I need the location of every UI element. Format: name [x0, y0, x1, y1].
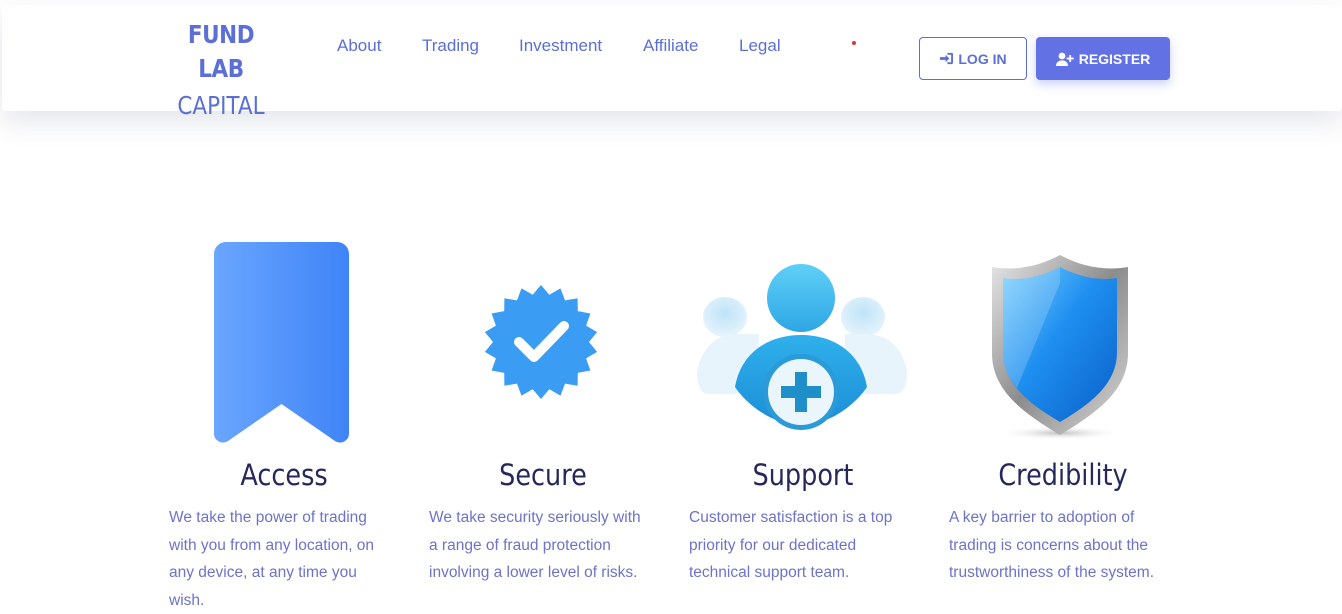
feature-title-access: Access	[240, 458, 328, 492]
feature-desc-support: Customer satisfaction is a top priority …	[689, 509, 893, 581]
logo-line-2: CAPITAL	[177, 91, 265, 120]
feature-title-support: Support	[752, 458, 854, 492]
user-plus-icon	[1055, 52, 1074, 66]
nav-link-affiliate[interactable]: Affiliate	[643, 36, 698, 56]
feature-desc-secure: We take security seriously with a range …	[429, 509, 641, 581]
sign-in-icon	[940, 52, 954, 65]
register-label: REGISTER	[1078, 50, 1151, 67]
verified-badge-icon	[484, 285, 598, 399]
bookmark-icon	[214, 242, 349, 443]
feature-desc-credibility: A key barrier to adoption of trading is …	[949, 509, 1155, 581]
brand-logo[interactable]: FUND LAB CAPITAL	[168, 18, 274, 126]
logo-line-1: FUND LAB	[187, 20, 255, 83]
login-label: LOG IN	[958, 50, 1007, 67]
nav-link-investment[interactable]: Investment	[519, 36, 602, 56]
status-dot	[852, 41, 856, 45]
login-button[interactable]: LOG IN	[919, 37, 1027, 80]
feature-title-secure: Secure	[499, 458, 587, 492]
feature-desc-access: We take the power of trading with you fr…	[169, 509, 375, 609]
nav-link-trading[interactable]: Trading	[422, 36, 479, 56]
nav-link-legal[interactable]: Legal	[739, 36, 781, 56]
feature-title-credibility: Credibility	[998, 458, 1128, 492]
nav-link-about[interactable]: About	[337, 36, 381, 56]
support-team-icon	[697, 264, 907, 430]
register-button[interactable]: REGISTER	[1036, 37, 1170, 80]
shield-icon	[992, 255, 1128, 440]
